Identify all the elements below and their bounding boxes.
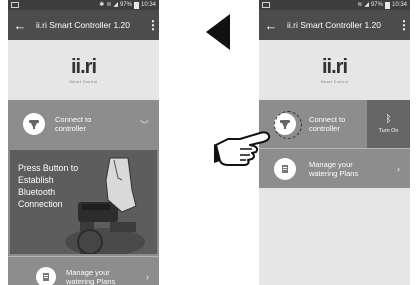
connect-controller-row[interactable]: Connect to controller ᛒ Turn On [259,100,410,148]
status-bar: ✱ ≋ ◢ 97% 10:34 [8,0,159,10]
turn-on-label: Turn On [378,128,399,134]
left-phone-screen: ✱ ≋ ◢ 97% 10:34 ← ii.ri Smart Controller… [8,0,159,285]
logo-text: ii.ri [321,56,348,78]
notification-icon [262,2,270,8]
overflow-menu-icon[interactable]: ⋮ [147,18,159,32]
plans-document-icon [43,272,49,281]
bluetooth-status-icon: ✱ [99,2,105,8]
bluetooth-icon: ᛒ [385,114,392,125]
plans-icon-circle [36,266,56,285]
pointing-hand-icon [214,131,271,166]
controller-icon-circle [23,113,45,135]
connect-label: Connect to controller [309,115,346,133]
status-time: 10:34 [140,2,156,8]
manage-plans-row[interactable]: Manage your watering Plans › [8,256,159,285]
wifi-icon: ≋ [106,2,112,8]
manage-plans-label: Manage your watering Plans [309,159,359,178]
brand-logo: ii.ri [321,56,348,79]
back-arrow-icon[interactable]: ← [12,18,28,33]
chevron-right-icon: › [146,271,149,282]
chevron-down-icon: ﹀ [139,119,149,130]
tap-highlight-circle [274,111,302,139]
right-phone-screen: ≋ ◢ 97% 10:34 ← ii.ri Smart Controller 1… [259,0,410,285]
overflow-menu-icon[interactable]: ⋮ [398,18,410,32]
chevron-right-icon: › [397,163,400,174]
logo-area: ii.ri Smart Control [259,40,410,100]
battery-icon [133,1,139,9]
battery-percent: 97% [370,2,383,8]
app-title: ii.ri Smart Controller 1.20 [36,20,131,30]
logo-area: ii.ri Smart Control [8,40,159,100]
app-bar: ← ii.ri Smart Controller 1.20 ⋮ [8,10,159,40]
logo-subtitle: Smart Control [320,80,349,84]
brand-logo: ii.ri [70,56,97,79]
notification-icon [11,2,19,8]
status-time: 10:34 [391,2,407,8]
bluetooth-turn-on-button[interactable]: ᛒ Turn On [367,100,410,148]
back-arrow-icon[interactable]: ← [263,18,279,33]
signal-icon: ◢ [113,2,118,8]
app-title: ii.ri Smart Controller 1.20 [287,20,382,30]
logo-text: ii.ri [70,56,97,78]
manage-plans-label: Manage your watering Plans [66,267,116,285]
plans-icon-circle [274,157,296,180]
instruction-panel: Press Button to Establish Bluetooth Conn… [8,148,159,256]
tap-controller-icon [29,120,39,129]
instruction-text: Press Button to Establish Bluetooth Conn… [18,163,79,209]
logo-subtitle: Smart Control [69,80,98,84]
plans-document-icon [282,164,288,173]
manage-plans-row[interactable]: Manage your watering Plans › [259,148,410,188]
connect-label: Connect to controller [55,115,92,133]
wifi-icon: ≋ [357,2,363,8]
status-bar: ≋ ◢ 97% 10:34 [259,0,410,10]
direction-arrow-icon [206,14,230,50]
battery-icon [384,1,390,9]
app-bar: ← ii.ri Smart Controller 1.20 ⋮ [259,10,410,40]
battery-percent: 97% [119,2,132,8]
connect-controller-row[interactable]: Connect to controller ﹀ [8,100,159,148]
signal-icon: ◢ [364,2,369,8]
